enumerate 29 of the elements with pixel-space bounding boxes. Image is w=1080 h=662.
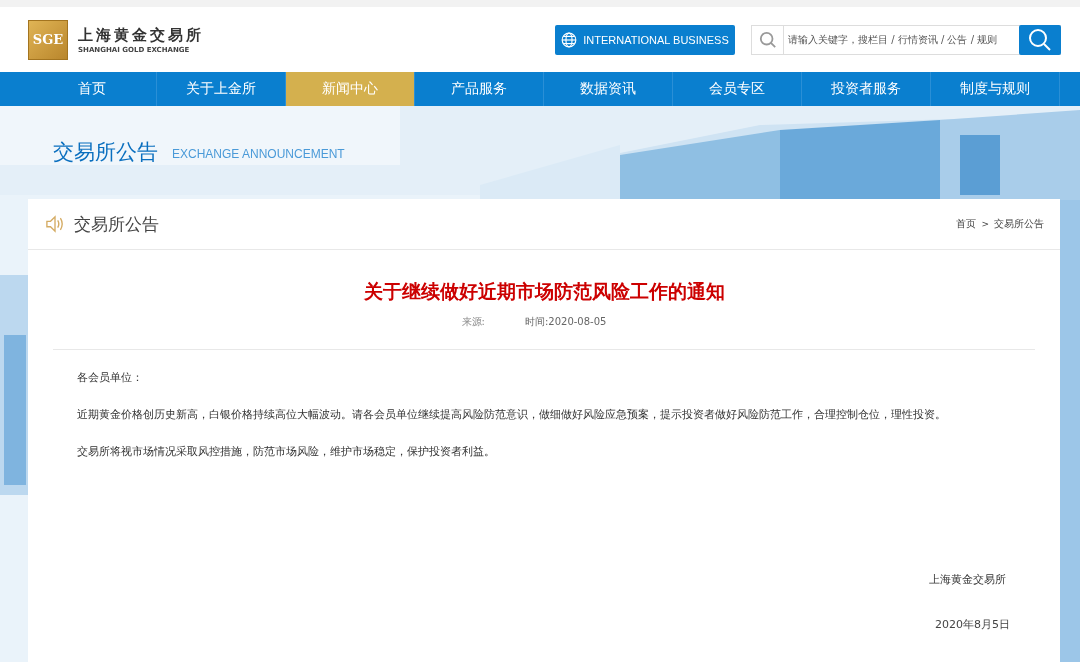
- globe-icon: [561, 31, 578, 48]
- banner-title: 交易所公告: [53, 138, 158, 166]
- nav-item[interactable]: 数据资讯: [544, 72, 673, 106]
- search-button[interactable]: [1019, 24, 1061, 55]
- banner-subtitle: EXCHANGE ANNOUNCEMENT: [172, 147, 345, 161]
- nav-item[interactable]: 产品服务: [415, 72, 544, 106]
- source-label: 来源:: [461, 315, 485, 329]
- nav-item[interactable]: 投资者服务: [802, 72, 931, 106]
- section-title: 交易所公告: [74, 212, 159, 236]
- signature-date: 2020年8月5日: [934, 617, 1010, 632]
- logo-chinese-name: 上海黄金交易所: [78, 25, 204, 45]
- breadcrumb-separator: >: [981, 219, 989, 229]
- speaker-icon: [45, 215, 65, 233]
- nav-item[interactable]: 会员专区: [673, 72, 802, 106]
- search-icon: [1028, 27, 1052, 52]
- breadcrumb-link[interactable]: 交易所公告: [994, 217, 1044, 231]
- logo-mark[interactable]: SGE: [28, 19, 68, 60]
- article-title: 关于继续做好近期市场防范风险工作的通知: [362, 279, 726, 304]
- article-paragraph: 交易所将视市场情况采取风控措施，防范市场风险，维护市场稳定，保护投资者利益。: [77, 446, 496, 458]
- nav-item[interactable]: 首页: [28, 72, 157, 106]
- article-paragraph: 近期黄金价格创历史新高，白银价格持续高位大幅波动。请各会员单位继续提高风险防范意识，做细做好风险应急预案，提示投资者做好风险防范工作，合理控制仓位，理性投资。: [77, 409, 947, 421]
- publish-time: 时间:2020-08-05: [524, 315, 607, 329]
- signature: 上海黄金交易所: [928, 572, 1007, 587]
- search-icon: [759, 30, 777, 49]
- article-paragraph: 各会员单位：: [77, 372, 144, 384]
- nav-item[interactable]: 制度与规则: [931, 72, 1060, 106]
- search-field[interactable]: 请输入关键字，搜栏目 / 行情资讯 / 公告 / 规则: [751, 24, 1061, 55]
- international-business-button[interactable]: INTERNATIONAL BUSINESS: [555, 24, 735, 55]
- breadcrumb-link[interactable]: 首页: [956, 217, 977, 231]
